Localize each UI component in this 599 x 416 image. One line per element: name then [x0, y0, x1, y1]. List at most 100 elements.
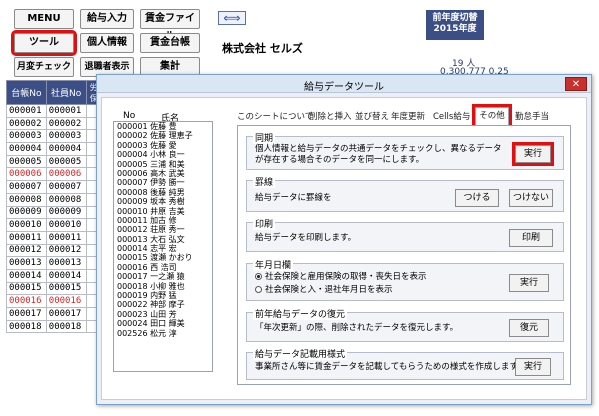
ledger-no-cell[interactable]: 000010: [6, 218, 47, 232]
ledger-run-button[interactable]: 実行: [515, 358, 551, 376]
employee-no-cell[interactable]: 000018: [45, 319, 87, 334]
ledger-no-cell[interactable]: 000005: [6, 154, 47, 169]
ledger-no-cell[interactable]: 000004: [6, 142, 47, 156]
table-row[interactable]: 000015 000015: [6, 281, 103, 296]
salary-input-button[interactable]: 給与入力: [80, 9, 134, 29]
employee-no-cell[interactable]: 000007: [45, 180, 87, 194]
table-row[interactable]: 000004 000004: [6, 142, 103, 156]
employee-no-cell[interactable]: 000006: [45, 167, 87, 182]
employee-no-cell[interactable]: 000011: [45, 230, 87, 245]
table-row[interactable]: 000005 000005: [6, 154, 103, 169]
wage-file-button[interactable]: 賃金ファイル: [140, 9, 200, 42]
tab-cells-salary[interactable]: Cells給与: [433, 109, 473, 125]
table-row[interactable]: 000016 000016: [6, 294, 103, 308]
print-button[interactable]: 印刷: [509, 229, 553, 247]
list-item[interactable]: 000012 荘原 秀一: [114, 225, 212, 234]
list-item[interactable]: 000009 坂本 秀樹: [114, 197, 212, 206]
date-run-button[interactable]: 実行: [509, 274, 549, 292]
table-row[interactable]: 000007 000007: [6, 180, 103, 194]
employee-no-cell[interactable]: 000003: [45, 129, 87, 144]
wage-ledger-button[interactable]: 賃金台帳: [140, 33, 200, 53]
table-row[interactable]: 000006 000006: [6, 167, 103, 182]
ledger-no-cell[interactable]: 000003: [6, 129, 47, 144]
tab-year-update[interactable]: 年度更新: [391, 109, 431, 125]
list-item[interactable]: 000023 山田 芳: [114, 310, 212, 319]
list-item[interactable]: 000006 高木 武美: [114, 169, 212, 178]
list-item[interactable]: 000010 井原 吉美: [114, 207, 212, 216]
employee-no-cell[interactable]: 000013: [45, 256, 87, 270]
ledger-no-cell[interactable]: 000018: [6, 319, 47, 334]
ledger-no-cell[interactable]: 000016: [6, 294, 47, 308]
employee-no-cell[interactable]: 000017: [45, 307, 87, 321]
employee-no-cell[interactable]: 000002: [45, 116, 87, 131]
list-item[interactable]: 000024 田口 輝美: [114, 319, 212, 328]
remove-lines-button[interactable]: つけない: [509, 189, 553, 207]
list-item[interactable]: 002526 松元 淳: [114, 329, 212, 338]
list-item[interactable]: 000019 内野 猛: [114, 291, 212, 300]
list-item[interactable]: 000011 加古 修: [114, 216, 212, 225]
ledger-no-cell[interactable]: 000017: [6, 307, 47, 321]
list-item[interactable]: 000016 西 浩司: [114, 263, 212, 272]
table-row[interactable]: 000008 000008: [6, 192, 103, 207]
table-row[interactable]: 000009 000009: [6, 205, 103, 220]
add-lines-button[interactable]: つける: [455, 189, 499, 207]
ledger-no-cell[interactable]: 000015: [6, 281, 47, 296]
swap-arrow-icon[interactable]: ⟺: [218, 11, 246, 25]
employee-no-cell[interactable]: 000001: [45, 104, 87, 118]
table-row[interactable]: 000011 000011: [6, 230, 103, 245]
table-row[interactable]: 000012 000012: [6, 243, 103, 258]
ledger-no-cell[interactable]: 000002: [6, 116, 47, 131]
date-option-insurance[interactable]: 社会保険と雇用保険の取得・喪失日を表示: [255, 272, 427, 283]
table-row[interactable]: 000001 000001: [6, 104, 103, 118]
employee-no-cell[interactable]: 000016: [45, 294, 87, 308]
list-item[interactable]: 000022 神部 摩子: [114, 300, 212, 309]
list-item[interactable]: 000007 伊勢 勝一: [114, 178, 212, 187]
list-item[interactable]: 000004 小林 良一: [114, 150, 212, 159]
tab-about-sheet[interactable]: このシートについて: [237, 109, 313, 125]
prev-year-switch-button[interactable]: 前年度切替 2015年度: [426, 10, 484, 40]
tab-delete-insert[interactable]: 削除と挿入: [309, 109, 353, 125]
list-item[interactable]: 000003 佐藤 愛: [114, 141, 212, 150]
table-row[interactable]: 000013 000013: [6, 256, 103, 270]
table-row[interactable]: 000017 000017: [6, 307, 103, 321]
employee-list[interactable]: 000001 佐藤 豊 000002 佐藤 理恵子 000003 佐藤 愛 00000…: [113, 121, 213, 372]
ledger-no-cell[interactable]: 000008: [6, 192, 47, 207]
sync-run-button[interactable]: 実行: [512, 142, 554, 166]
tab-other[interactable]: その他: [472, 104, 512, 128]
monthly-change-check-button[interactable]: 月変チェック: [14, 57, 74, 77]
ledger-no-cell[interactable]: 000001: [6, 104, 47, 118]
list-item[interactable]: 000018 小柳 雅也: [114, 282, 212, 291]
list-item[interactable]: 000013 大石 弘文: [114, 235, 212, 244]
ledger-no-cell[interactable]: 000014: [6, 268, 47, 283]
list-item[interactable]: 000001 佐藤 豊: [114, 122, 212, 131]
ledger-no-cell[interactable]: 000009: [6, 205, 47, 220]
table-row[interactable]: 000002 000002: [6, 116, 103, 131]
ledger-no-cell[interactable]: 000011: [6, 230, 47, 245]
ledger-no-cell[interactable]: 000007: [6, 180, 47, 194]
employee-no-cell[interactable]: 000010: [45, 218, 87, 232]
employee-no-cell[interactable]: 000015: [45, 281, 87, 296]
ledger-no-cell[interactable]: 000012: [6, 243, 47, 258]
employee-no-cell[interactable]: 000012: [45, 243, 87, 258]
employee-no-cell[interactable]: 000004: [45, 142, 87, 156]
table-row[interactable]: 000018 000018: [6, 319, 103, 334]
tab-attendance-allowance[interactable]: 勤怠手当: [515, 109, 559, 125]
list-item[interactable]: 000015 渡瀬 かおり: [114, 253, 212, 262]
table-row[interactable]: 000010 000010: [6, 218, 103, 232]
employee-no-cell[interactable]: 000009: [45, 205, 87, 220]
list-item[interactable]: 000008 後藤 純男: [114, 188, 212, 197]
list-item[interactable]: 000005 三浦 和美: [114, 160, 212, 169]
employee-no-cell[interactable]: 000014: [45, 268, 87, 283]
list-item[interactable]: 000002 佐藤 理恵子: [114, 131, 212, 140]
ledger-no-cell[interactable]: 000013: [6, 256, 47, 270]
personal-info-button[interactable]: 個人情報: [80, 33, 134, 53]
employee-no-cell[interactable]: 000005: [45, 154, 87, 169]
tools-button[interactable]: ツール: [11, 30, 77, 56]
list-item[interactable]: 000017 一之瀬 猿: [114, 272, 212, 281]
employee-no-cell[interactable]: 000008: [45, 192, 87, 207]
close-icon[interactable]: ✕: [565, 77, 587, 91]
table-row[interactable]: 000014 000014: [6, 268, 103, 283]
menu-button[interactable]: MENU: [14, 9, 74, 29]
date-option-join-leave[interactable]: 社会保険と入・退社年月日を表示: [255, 285, 393, 296]
table-row[interactable]: 000003 000003: [6, 129, 103, 144]
